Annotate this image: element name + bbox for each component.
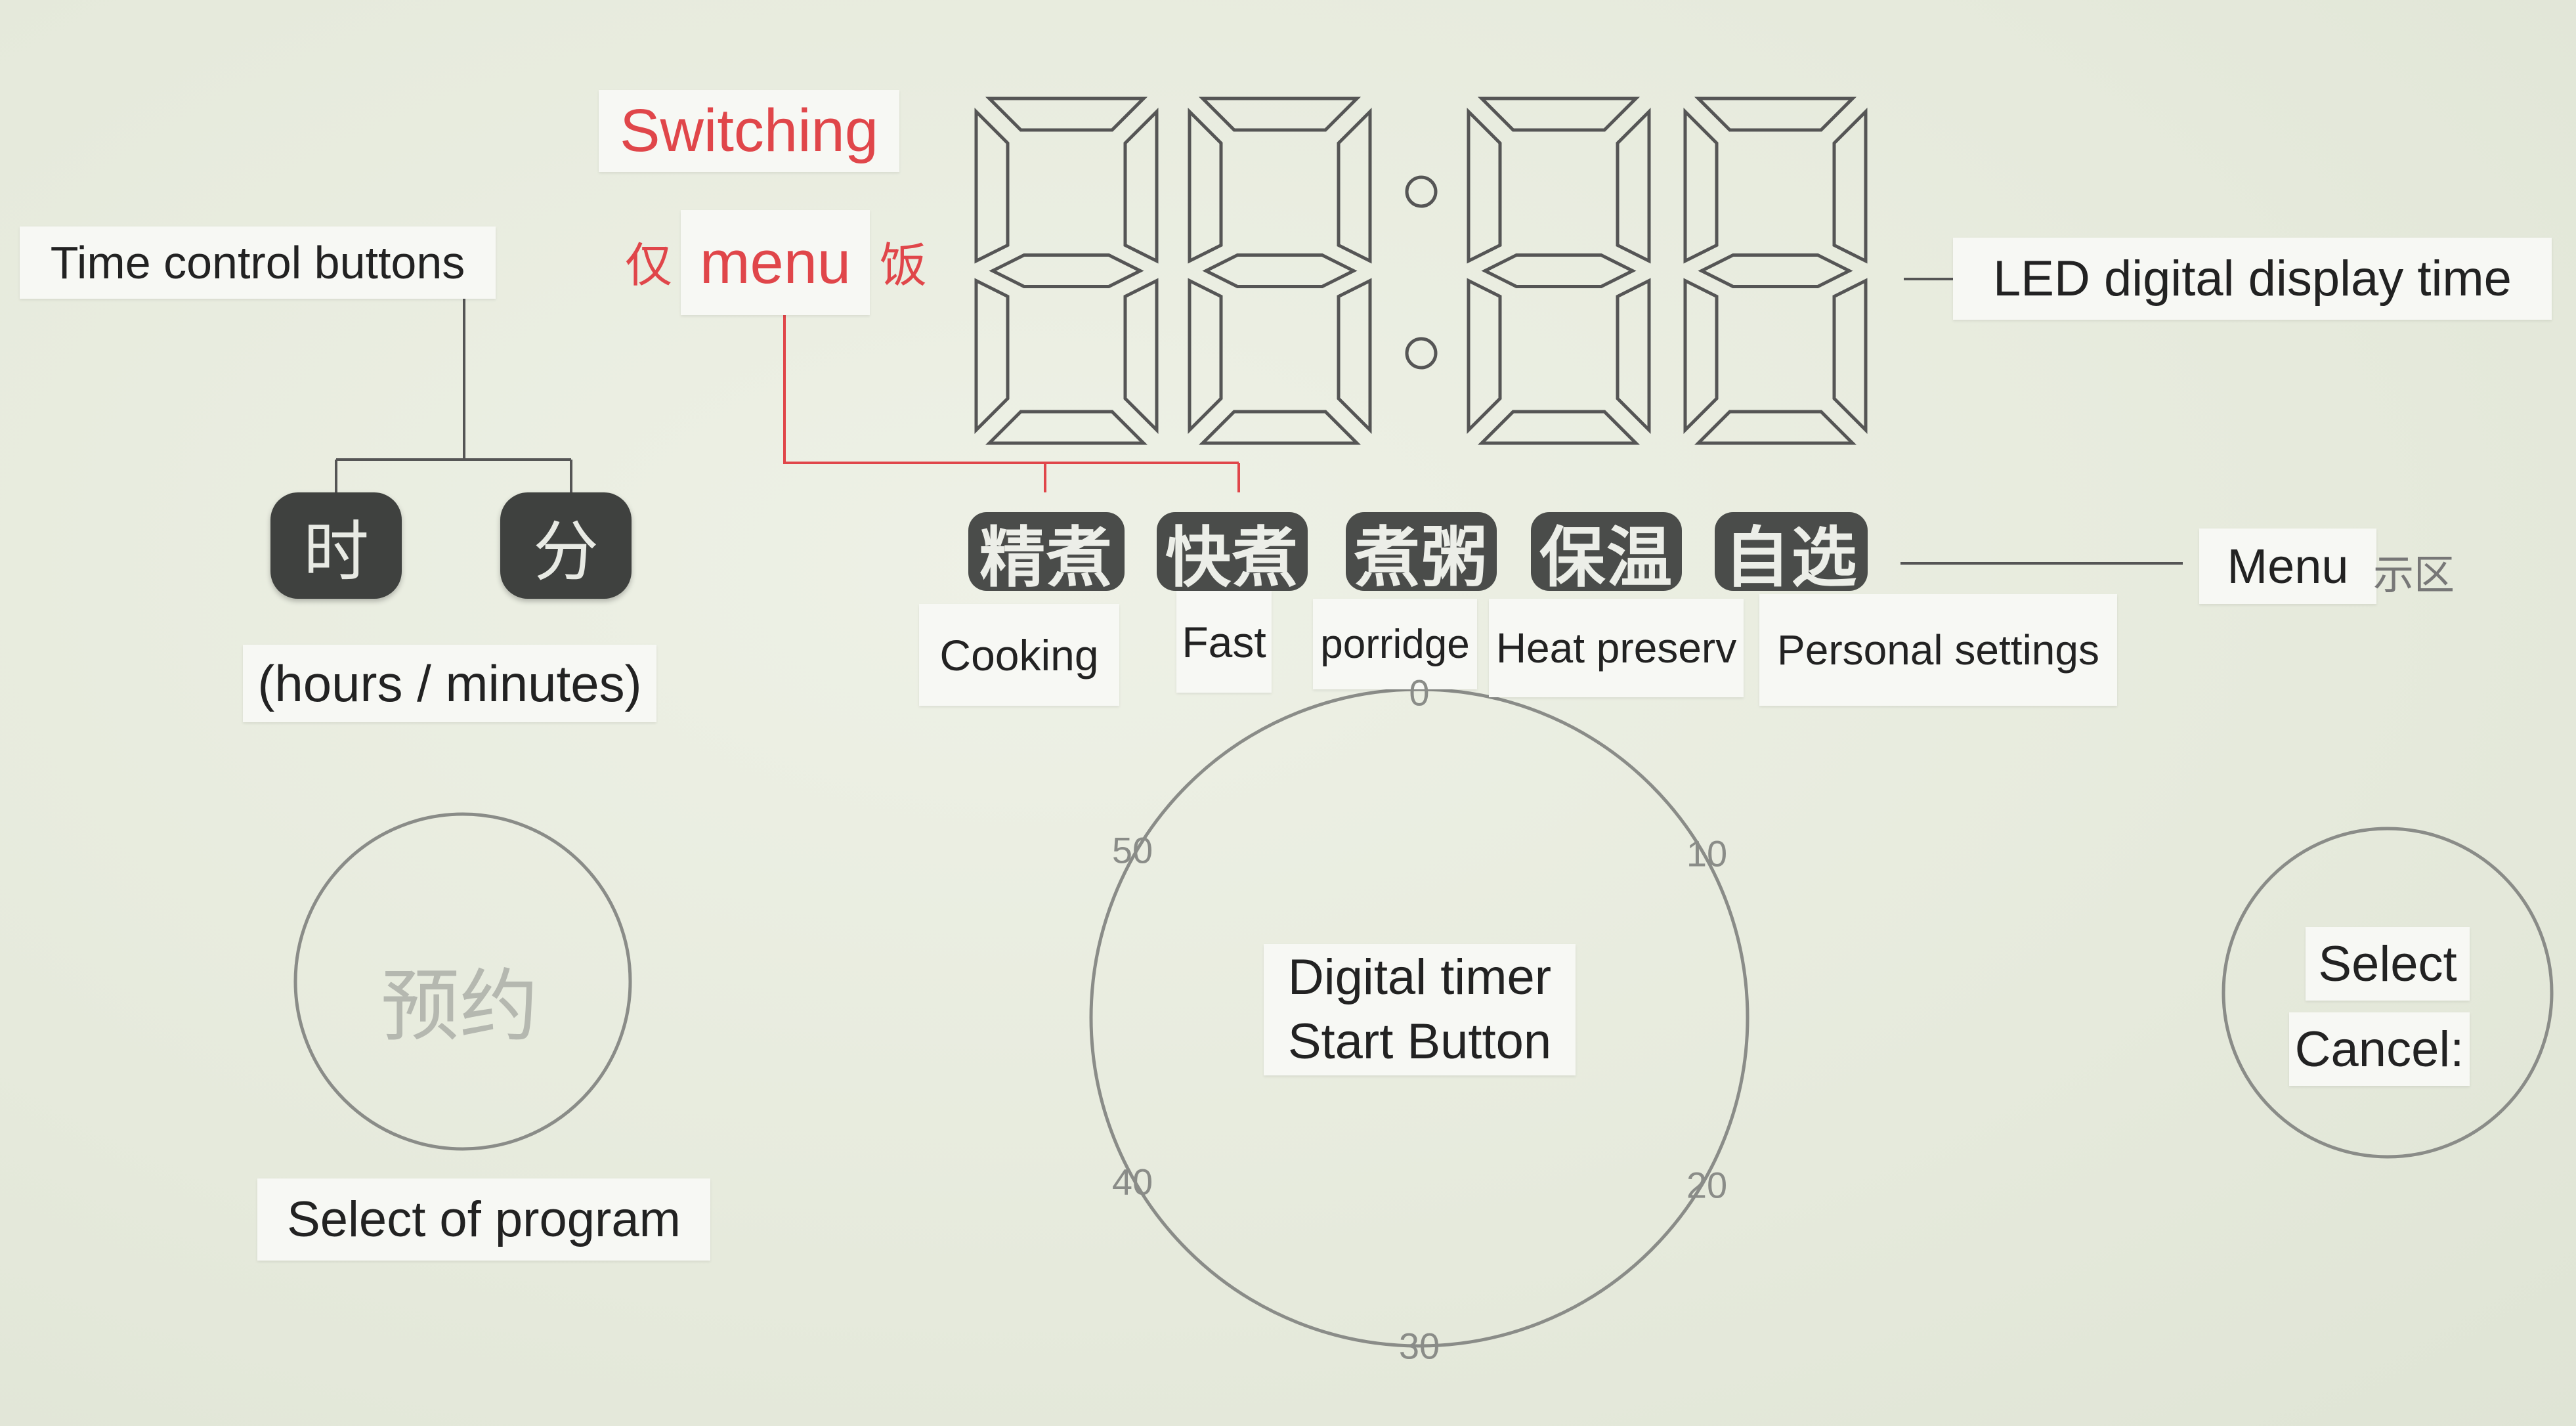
menu-item-heat-preserve[interactable]: 保温 (1531, 512, 1682, 596)
timer-label-line2: Start Button (1287, 1014, 1552, 1070)
dial-tick-40: 40 (1111, 1161, 1153, 1203)
led-digit-3-segment-7 (1481, 253, 1637, 288)
led-digit-3-segment-2 (1616, 107, 1651, 264)
led-digit-2-segment-3 (1337, 278, 1372, 435)
menu-switch-label: menu (681, 210, 870, 315)
led-digit-4-segment-4 (1694, 410, 1857, 445)
led-digit-2-segment-1 (1198, 97, 1362, 132)
led-digit-3-segment-6 (1467, 107, 1502, 264)
led-digit-4-segment-5 (1683, 278, 1719, 435)
menu-label-fast: Fast (1176, 591, 1272, 693)
menu-label-personal: Personal settings (1759, 594, 2117, 706)
minute-button[interactable]: 分 (500, 492, 632, 599)
led-digit-4-segment-7 (1698, 253, 1853, 288)
menu-item-cooking[interactable]: 精煮 (968, 512, 1125, 596)
menu-label-heat-preserve: Heat preserv (1489, 599, 1744, 697)
menu-item-personal[interactable]: 自选 (1715, 512, 1868, 596)
switching-label: Switching (599, 90, 899, 172)
menu-label-cooking: Cooking (919, 604, 1119, 706)
menu-switch-connector (783, 315, 1240, 492)
select-label: Select (2306, 927, 2470, 1001)
hour-button[interactable]: 时 (270, 492, 402, 599)
menu-item-porridge[interactable]: 煮粥 (1346, 512, 1497, 596)
reserve-label: 预约 (381, 961, 538, 1052)
led-digit-4-segment-2 (1832, 107, 1868, 264)
led-digit-4-segment-1 (1694, 97, 1857, 132)
led-digit-1-segment-4 (985, 410, 1148, 445)
dial-tick-0: 0 (1409, 672, 1430, 714)
cn-char-right: 饭 (880, 238, 928, 293)
led-digit-2-segment-6 (1188, 107, 1223, 264)
menu-item-fast[interactable]: 快煮 (1157, 512, 1308, 596)
led-digit-3-segment-1 (1477, 97, 1641, 132)
menu-cn-suffix: 示区 (2373, 551, 2455, 599)
led-digit-3-segment-5 (1467, 278, 1502, 435)
led-display-label: LED digital display time (1953, 238, 2552, 320)
led-digit-1-segment-1 (985, 97, 1148, 132)
dial-tick-10: 10 (1686, 832, 1728, 875)
dial-tick-50: 50 (1111, 829, 1153, 871)
cancel-label: Cancel: (2289, 1012, 2470, 1086)
led-digit-2-segment-2 (1337, 107, 1372, 264)
menu-area-label: Menu (2199, 529, 2376, 604)
led-digit-1-segment-6 (974, 107, 1010, 264)
led-digit-2-segment-4 (1198, 410, 1362, 445)
led-digit-3-segment-4 (1477, 410, 1641, 445)
led-digit-2-segment-5 (1188, 278, 1223, 435)
led-digit-4-segment-6 (1683, 107, 1719, 264)
dial-tick-30: 30 (1398, 1325, 1440, 1367)
select-program-label: Select of program (257, 1178, 710, 1261)
colon-dot-top (1405, 175, 1438, 208)
menu-label-porridge: porridge (1313, 599, 1477, 689)
dial-tick-20: 20 (1686, 1164, 1728, 1206)
time-control-label: Time control buttons (20, 227, 496, 299)
led-digit-3-segment-3 (1616, 278, 1651, 435)
led-digit-1-segment-7 (989, 253, 1144, 288)
timer-start-label: Digital timer Start Button (1264, 944, 1576, 1075)
cn-char-left: 仅 (625, 238, 673, 293)
led-digit-1-segment-3 (1123, 278, 1159, 435)
colon-dot-bottom (1405, 337, 1438, 370)
time-buttons-connector (335, 299, 572, 492)
led-digit-1-segment-2 (1123, 107, 1159, 264)
led-display (974, 97, 1868, 445)
hours-minutes-label: (hours / minutes) (243, 645, 656, 722)
led-digit-1-segment-5 (974, 278, 1010, 435)
led-digit-4-segment-3 (1832, 278, 1868, 435)
led-digit-2-segment-7 (1202, 253, 1358, 288)
timer-label-line1: Digital timer (1287, 949, 1552, 1005)
